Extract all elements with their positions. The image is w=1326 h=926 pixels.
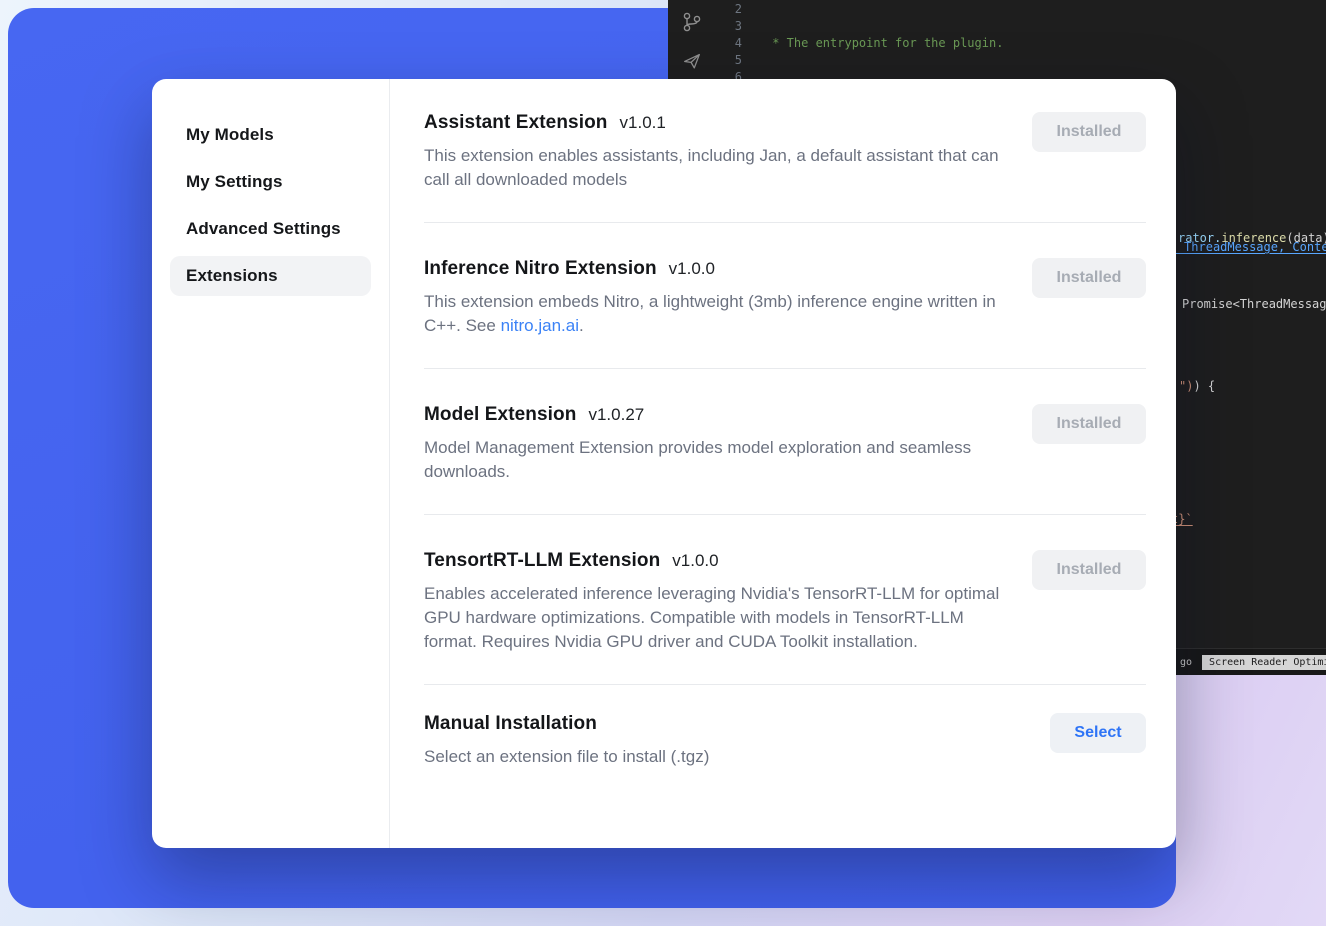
sidebar-item-extensions[interactable]: Extensions bbox=[170, 256, 371, 296]
extension-title-row: Inference Nitro Extension v1.0.0 bbox=[424, 258, 1006, 280]
extension-info: Inference Nitro Extension v1.0.0 This ex… bbox=[424, 258, 1006, 338]
manual-installation-row: Manual Installation Select an extension … bbox=[424, 685, 1146, 769]
editor-activity-bar bbox=[674, 10, 710, 72]
extension-version: v1.0.0 bbox=[672, 551, 718, 571]
code-fragment-quote: ") bbox=[1179, 379, 1193, 393]
status-go-label: go bbox=[1180, 657, 1192, 668]
extension-version: v1.0.1 bbox=[620, 113, 666, 133]
description-text-end: . bbox=[579, 316, 584, 335]
code-fragment-promise: Promise<ThreadMessage> bbox=[1182, 296, 1326, 313]
extension-description: Model Management Extension provides mode… bbox=[424, 436, 1006, 484]
settings-sidebar: My Models My Settings Advanced Settings … bbox=[152, 79, 390, 848]
manual-installation-description: Select an extension file to install (.tg… bbox=[424, 745, 709, 769]
paper-plane-icon bbox=[681, 50, 703, 72]
nitro-jan-ai-link[interactable]: nitro.jan.ai bbox=[501, 316, 579, 335]
extension-row-nitro: Inference Nitro Extension v1.0.0 This ex… bbox=[424, 223, 1146, 369]
extension-description: This extension embeds Nitro, a lightweig… bbox=[424, 290, 1006, 338]
code-fragment-inference: rator.inference(data)); bbox=[1178, 230, 1326, 247]
code-fragment-var: rator. bbox=[1178, 231, 1221, 245]
extension-title-row: Manual Installation bbox=[424, 713, 709, 735]
extensions-list: Assistant Extension v1.0.1 This extensio… bbox=[390, 79, 1176, 848]
source-control-branch-icon bbox=[680, 10, 704, 34]
extension-title-row: TensortRT-LLM Extension v1.0.0 bbox=[424, 550, 1006, 572]
extension-title-row: Assistant Extension v1.0.1 bbox=[424, 112, 1006, 134]
screen-reader-optimize-badge: Screen Reader Optimize bbox=[1202, 655, 1326, 670]
settings-modal: My Models My Settings Advanced Settings … bbox=[152, 79, 1176, 848]
editor-status-bar: go Screen Reader Optimize bbox=[1166, 648, 1326, 675]
extension-row-assistant: Assistant Extension v1.0.1 This extensio… bbox=[424, 112, 1146, 223]
extension-version: v1.0.0 bbox=[669, 259, 715, 279]
sidebar-item-my-models[interactable]: My Models bbox=[170, 115, 371, 155]
sidebar-item-my-settings[interactable]: My Settings bbox=[170, 162, 371, 202]
code-fragment-args: (data)); bbox=[1286, 231, 1326, 245]
extension-row-model: Model Extension v1.0.27 Model Management… bbox=[424, 369, 1146, 515]
extension-title: TensortRT-LLM Extension bbox=[424, 550, 660, 572]
installed-button[interactable]: Installed bbox=[1032, 258, 1146, 298]
extension-title: Model Extension bbox=[424, 404, 576, 426]
extension-description: Enables accelerated inference leveraging… bbox=[424, 582, 1006, 654]
page-background: 2 3 4 5 6 * The entrypoint for the plugi… bbox=[0, 0, 1326, 926]
extension-title: Inference Nitro Extension bbox=[424, 258, 657, 280]
sidebar-item-advanced-settings[interactable]: Advanced Settings bbox=[170, 209, 371, 249]
extension-info: Manual Installation Select an extension … bbox=[424, 713, 709, 769]
code-fragment-string: ")) { bbox=[1179, 378, 1215, 395]
code-comment-line: * The entrypoint for the plugin. bbox=[765, 36, 1003, 50]
code-fragment-brace: ) { bbox=[1193, 379, 1215, 393]
code-fragment-fn: inference bbox=[1221, 231, 1286, 245]
extension-info: Assistant Extension v1.0.1 This extensio… bbox=[424, 112, 1006, 192]
installed-button[interactable]: Installed bbox=[1032, 404, 1146, 444]
installed-button[interactable]: Installed bbox=[1032, 550, 1146, 590]
extension-info: Model Extension v1.0.27 Model Management… bbox=[424, 404, 1006, 484]
editor-line-numbers: 2 3 4 5 6 bbox=[706, 1, 742, 86]
extension-version: v1.0.27 bbox=[588, 405, 644, 425]
extension-title: Assistant Extension bbox=[424, 112, 608, 134]
select-file-button[interactable]: Select bbox=[1050, 713, 1146, 753]
extension-row-tensorrt: TensortRT-LLM Extension v1.0.0 Enables a… bbox=[424, 515, 1146, 685]
manual-installation-title: Manual Installation bbox=[424, 713, 597, 735]
extension-description: This extension enables assistants, inclu… bbox=[424, 144, 1006, 192]
extension-title-row: Model Extension v1.0.27 bbox=[424, 404, 1006, 426]
installed-button[interactable]: Installed bbox=[1032, 112, 1146, 152]
extension-info: TensortRT-LLM Extension v1.0.0 Enables a… bbox=[424, 550, 1006, 654]
